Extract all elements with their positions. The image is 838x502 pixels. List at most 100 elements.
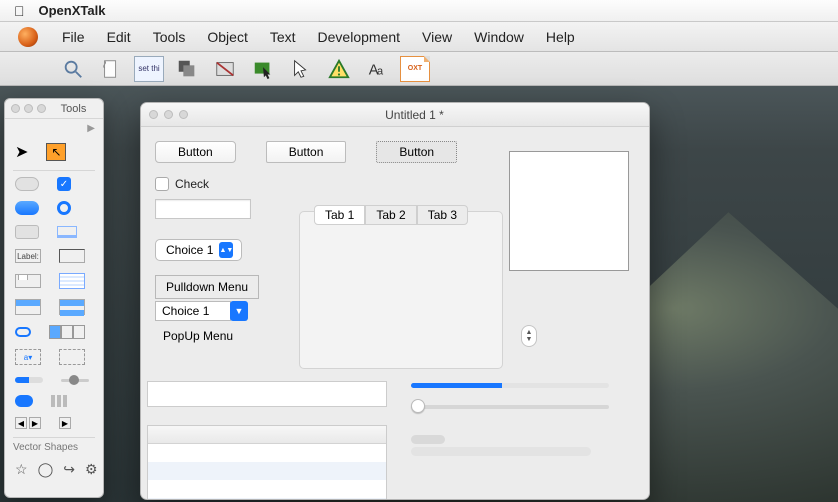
stack-minimize-icon[interactable] xyxy=(164,110,173,119)
demo-slider[interactable] xyxy=(411,399,609,415)
media-tool-icon[interactable]: ▶ xyxy=(59,417,71,429)
combo-input[interactable] xyxy=(155,301,231,321)
menu-window[interactable]: Window xyxy=(474,29,524,45)
gear-shape-icon[interactable]: ⚙ xyxy=(85,461,98,478)
edit-tool-icon[interactable] xyxy=(46,143,66,161)
svg-text:a: a xyxy=(377,65,384,77)
menu-help[interactable]: Help xyxy=(546,29,575,45)
default-button-tool-icon[interactable] xyxy=(15,201,39,215)
tab-3[interactable]: Tab 3 xyxy=(417,205,468,225)
apple-menu-icon[interactable]:  xyxy=(14,3,25,19)
mac-system-menubar:  OpenXTalk xyxy=(0,0,838,22)
pointer-icon[interactable] xyxy=(286,56,316,82)
combo-dropdown-icon[interactable]: ▼ xyxy=(230,301,248,321)
checkbox-tool-icon[interactable]: ✓ xyxy=(57,177,71,191)
player-tool-icon[interactable]: ◀▶ xyxy=(15,417,41,429)
tab-2[interactable]: Tab 2 xyxy=(365,205,416,225)
push-button-tool-icon[interactable] xyxy=(15,177,39,191)
combobox-tool-icon[interactable]: a▾ xyxy=(15,349,41,365)
demo-button-square[interactable]: Button xyxy=(266,141,347,163)
progress-fill xyxy=(411,383,502,388)
menu-tools[interactable]: Tools xyxy=(153,29,186,45)
demo-indeterminate-bar xyxy=(411,447,591,456)
slider-tool-icon[interactable] xyxy=(61,375,89,385)
vector-shapes-label: Vector Shapes xyxy=(13,437,95,453)
data-grid-row[interactable] xyxy=(148,462,386,480)
app-menubar: File Edit Tools Object Text Development … xyxy=(0,22,838,52)
demo-checkbox-label: Check xyxy=(175,177,209,191)
close-dot-icon[interactable] xyxy=(11,104,20,113)
slider-thumb[interactable] xyxy=(411,399,425,413)
font-icon[interactable]: Aa xyxy=(362,56,392,82)
tools-title: Tools xyxy=(50,103,97,115)
minimize-dot-icon[interactable] xyxy=(24,104,33,113)
disclosure-triangle-icon[interactable]: ▶ xyxy=(87,123,95,134)
app-logo-icon xyxy=(18,27,38,47)
demo-button-rounded[interactable]: Button xyxy=(155,141,236,163)
bars-tool-icon[interactable] xyxy=(51,395,67,407)
demo-scrolling-field[interactable] xyxy=(147,381,387,407)
option-menu-tool-icon[interactable] xyxy=(57,226,77,238)
demo-text-field[interactable] xyxy=(155,199,251,219)
demo-spinner-bar xyxy=(411,435,445,444)
field-tool-icon[interactable] xyxy=(59,249,85,263)
inspect-ruler-icon[interactable] xyxy=(210,56,240,82)
navbar-tool-icon[interactable] xyxy=(59,299,85,315)
stack-title: Untitled 1 * xyxy=(188,108,641,122)
tabpanel-tool-icon[interactable] xyxy=(15,274,41,288)
app-toolbar: set thi Aa OXT xyxy=(0,52,838,86)
data-grid-row[interactable] xyxy=(148,498,386,500)
warning-icon[interactable] xyxy=(324,56,354,82)
menu-development[interactable]: Development xyxy=(318,29,401,45)
menu-edit[interactable]: Edit xyxy=(107,29,131,45)
zoom-dot-icon[interactable] xyxy=(37,104,46,113)
switch-on-tool-icon[interactable] xyxy=(15,327,31,337)
rectangle-button-tool-icon[interactable] xyxy=(15,225,39,239)
oxt-file-icon[interactable]: OXT xyxy=(400,56,430,82)
datagrid-tool-icon[interactable] xyxy=(59,273,85,289)
menu-text[interactable]: Text xyxy=(270,29,296,45)
label-tool-icon[interactable]: Label: xyxy=(15,249,41,263)
stack-window[interactable]: Untitled 1 * Button Button Button Check … xyxy=(140,102,650,500)
progressbar-tool-icon[interactable] xyxy=(15,377,43,383)
set-this-icon[interactable]: set thi xyxy=(134,56,164,82)
group-tool-icon[interactable] xyxy=(59,349,85,365)
magnifier-icon[interactable] xyxy=(58,56,88,82)
stack-close-icon[interactable] xyxy=(149,110,158,119)
stack-titlebar[interactable]: Untitled 1 * xyxy=(141,103,649,127)
menu-view[interactable]: View xyxy=(422,29,452,45)
stack-zoom-icon[interactable] xyxy=(179,110,188,119)
badge-tool-icon[interactable] xyxy=(15,395,33,407)
demo-checkbox[interactable] xyxy=(155,177,169,191)
tools-palette-window[interactable]: Tools ▶ ➤ ✓ Label: xyxy=(4,98,104,498)
demo-progress-bar xyxy=(411,383,609,388)
browse-tool-icon[interactable]: ➤ xyxy=(15,142,28,162)
demo-pulldown-menu[interactable]: Pulldown Menu xyxy=(155,275,259,299)
tools-titlebar[interactable]: Tools xyxy=(5,99,103,119)
data-grid-row[interactable] xyxy=(148,444,386,462)
menu-file[interactable]: File xyxy=(62,29,85,45)
option-menu-value: Choice 1 xyxy=(166,243,213,257)
option-menu-arrows-icon: ▲▼ xyxy=(219,242,233,258)
slider-track xyxy=(411,405,609,409)
segmented-tool-icon[interactable] xyxy=(49,325,85,339)
cascade-icon[interactable] xyxy=(172,56,202,82)
star-shape-icon[interactable]: ☆ xyxy=(15,461,28,478)
app-name-menu[interactable]: OpenXTalk xyxy=(39,3,106,18)
demo-data-grid[interactable] xyxy=(147,425,387,500)
circle-shape-icon[interactable]: ◯ xyxy=(38,461,54,478)
radio-tool-icon[interactable] xyxy=(57,201,71,215)
document-icon[interactable] xyxy=(96,56,126,82)
data-grid-header[interactable] xyxy=(148,426,386,444)
select-green-icon[interactable] xyxy=(248,56,278,82)
demo-option-menu[interactable]: Choice 1 ▲▼ xyxy=(155,239,242,261)
demo-little-arrows[interactable]: ▲▼ xyxy=(521,325,537,347)
arrow-shape-icon[interactable]: ↪ xyxy=(63,461,75,478)
header-tool-icon[interactable] xyxy=(15,299,41,315)
data-grid-row[interactable] xyxy=(148,480,386,498)
demo-button-selected[interactable]: Button xyxy=(376,141,457,163)
tab-1[interactable]: Tab 1 xyxy=(314,205,365,225)
demo-tab-panel[interactable]: Tab 1 Tab 2 Tab 3 xyxy=(299,211,503,369)
menu-object[interactable]: Object xyxy=(207,29,247,45)
demo-rectangle-graphic[interactable] xyxy=(509,151,629,271)
